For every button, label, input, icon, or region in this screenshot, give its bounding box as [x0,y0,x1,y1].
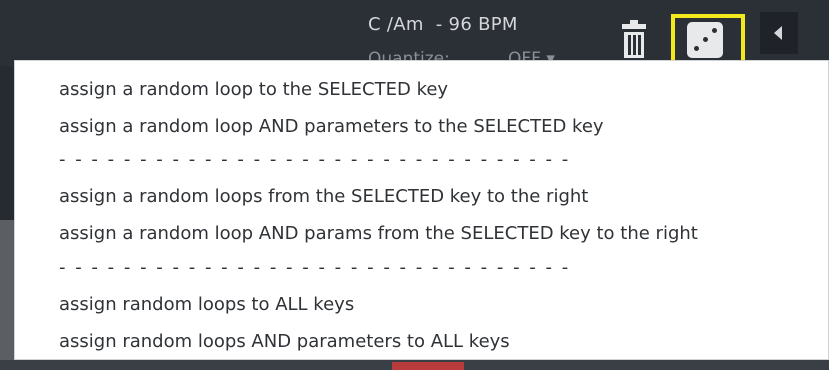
dice-pip [712,28,717,33]
triangle-left-icon [774,26,782,40]
random-assign-menu: assign a random loop to the SELECTED key… [14,60,829,360]
menu-item-random-loops-all[interactable]: assign random loops to ALL keys [59,294,354,315]
dice-icon[interactable] [687,22,723,58]
menu-item-random-loops-selected-right[interactable]: assign a random loops from the SELECTED … [59,186,588,207]
background-red-marker [392,362,464,370]
key-bpm-readout: C /Am - 96 BPM [368,14,518,35]
menu-item-random-loops-params-all[interactable]: assign random loops AND parameters to AL… [59,331,510,352]
nav-left-button[interactable] [760,12,798,54]
menu-item-random-loop-selected[interactable]: assign a random loop to the SELECTED key [59,79,448,100]
menu-item-random-loop-params-selected-right[interactable]: assign a random loop AND params from the… [59,223,698,244]
background-bottom-strip [0,360,829,370]
menu-separator: - - - - - - - - - - - - - - - - - - - - … [59,257,571,278]
top-toolbar: C /Am - 96 BPM Quantize: OFF ▾ [0,0,829,72]
trash-icon[interactable] [612,18,656,62]
dice-pip [694,46,699,51]
menu-item-random-loop-params-selected[interactable]: assign a random loop AND parameters to t… [59,116,604,137]
dice-pip [703,37,708,42]
menu-separator: - - - - - - - - - - - - - - - - - - - - … [59,149,571,170]
background-panel-edge [0,220,14,360]
